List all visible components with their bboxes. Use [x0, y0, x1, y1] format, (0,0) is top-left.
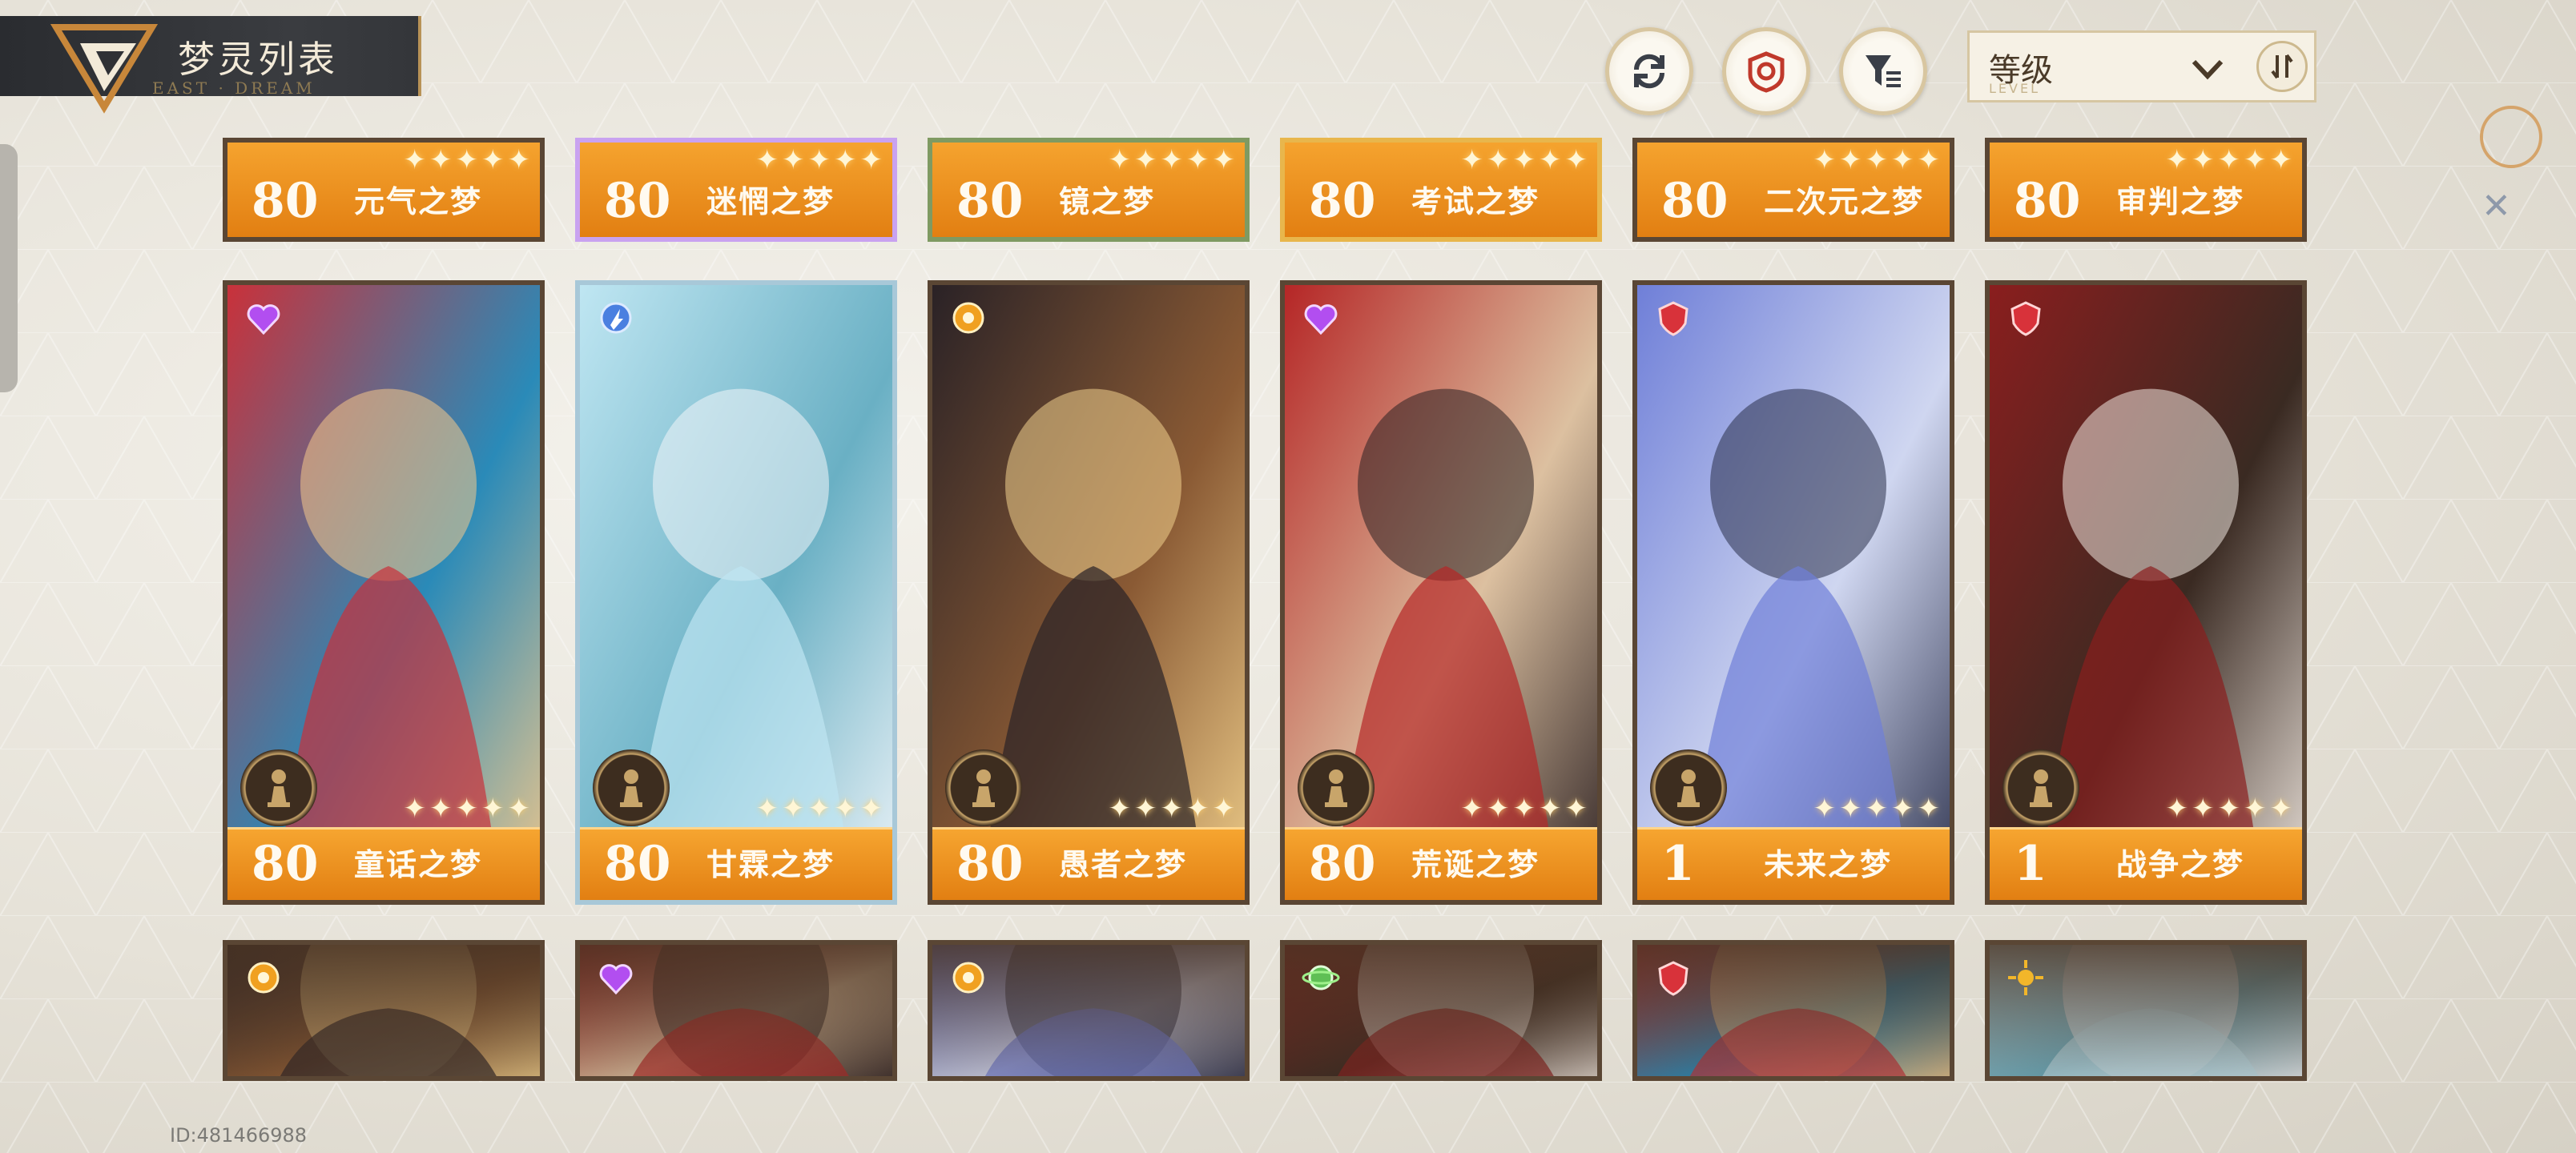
target-button[interactable]	[1722, 27, 1810, 115]
title-subtitle-decor: EAST · DREAM	[152, 78, 316, 98]
character-name: 二次元之梦	[1764, 183, 1925, 219]
character-level: 80	[252, 173, 319, 229]
shield-red-icon	[1658, 301, 1688, 336]
character-card[interactable]	[1985, 940, 2307, 1081]
star-rating: ✦✦✦✦✦	[755, 793, 886, 825]
heart-purple-icon	[1304, 304, 1338, 335]
character-card[interactable]	[223, 940, 545, 1081]
spark-blue-icon	[600, 302, 632, 334]
character-name: 愚者之梦	[1059, 846, 1188, 882]
star-rating: ✦✦✦✦✦	[2165, 793, 2296, 825]
character-level: 80	[2014, 173, 2081, 229]
character-name: 元气之梦	[354, 183, 483, 219]
filter-icon	[1866, 55, 1901, 87]
character-card[interactable]: ✦✦✦✦✦ 1 战争之梦	[1985, 280, 2307, 905]
refresh-icon	[1633, 54, 1665, 89]
star-rating: ✦✦✦✦✦	[1813, 793, 1943, 825]
character-card[interactable]: ✦✦✦✦✦ 80 元气之梦	[223, 138, 545, 242]
target-icon	[1748, 51, 1785, 93]
character-level: 1	[1661, 836, 1695, 892]
chevron-down-icon	[2192, 59, 2224, 80]
orb-gold-icon	[248, 962, 280, 994]
character-level: 80	[956, 836, 1024, 892]
character-name: 童话之梦	[354, 846, 483, 882]
character-card[interactable]: ✦✦✦✦✦ 80 童话之梦	[223, 280, 545, 905]
character-name: 镜之梦	[1059, 183, 1156, 219]
refresh-button[interactable]	[1605, 27, 1693, 115]
star-rating: ✦✦✦✦✦	[403, 144, 533, 176]
star-rating: ✦✦✦✦✦	[1813, 144, 1943, 176]
player-id: ID:481466988	[170, 1124, 308, 1147]
star-rating: ✦✦✦✦✦	[1108, 793, 1238, 825]
sun-gold-icon	[2008, 960, 2043, 995]
character-name: 未来之梦	[1764, 846, 1893, 882]
character-card[interactable]: ✦✦✦✦✦ 80 荒诞之梦	[1280, 280, 1602, 905]
shield-red-icon	[2010, 301, 2041, 336]
sort-dropdown[interactable]: 等级 LEVEL	[1967, 30, 2316, 102]
character-card[interactable]: ✦✦✦✦✦ 80 愚者之梦	[928, 280, 1250, 905]
character-card[interactable]: ✦✦✦✦✦ 1 未来之梦	[1632, 280, 1954, 905]
sort-subtitle-decor: LEVEL	[1989, 81, 2040, 96]
page-title: 梦灵列表	[178, 38, 338, 81]
side-drawer-handle[interactable]	[0, 144, 18, 392]
character-card[interactable]: ✦✦✦✦✦ 80 审判之梦	[1985, 138, 2307, 242]
star-rating: ✦✦✦✦✦	[403, 793, 533, 825]
character-level: 80	[604, 173, 671, 229]
character-level: 80	[1309, 173, 1376, 229]
star-rating: ✦✦✦✦✦	[1108, 144, 1238, 176]
character-name: 考试之梦	[1411, 183, 1540, 219]
filter-button[interactable]	[1839, 27, 1927, 115]
character-level: 80	[252, 836, 319, 892]
sort-order-button[interactable]	[2256, 41, 2308, 92]
character-name: 审判之梦	[2116, 183, 2245, 219]
character-card[interactable]	[1280, 940, 1602, 1081]
character-name: 荒诞之梦	[1411, 846, 1540, 882]
character-name: 甘霖之梦	[706, 846, 835, 882]
character-level: 80	[1661, 173, 1729, 229]
shield-red-icon	[1658, 961, 1688, 996]
character-card[interactable]: ✦✦✦✦✦ 80 迷惘之梦	[575, 138, 897, 242]
character-card[interactable]: ✦✦✦✦✦ 80 二次元之梦	[1632, 138, 1954, 242]
star-rating: ✦✦✦✦✦	[1460, 793, 1591, 825]
character-level: 80	[1309, 836, 1376, 892]
decor-cross: ✕	[2481, 186, 2511, 227]
character-name: 战争之梦	[2116, 846, 2245, 882]
character-card[interactable]: ✦✦✦✦✦ 80 镜之梦	[928, 138, 1250, 242]
star-rating: ✦✦✦✦✦	[2165, 144, 2296, 176]
character-level: 80	[604, 836, 671, 892]
orb-gold-icon	[952, 302, 984, 334]
character-card[interactable]	[575, 940, 897, 1081]
title-banner[interactable]: 梦灵列表 EAST · DREAM	[0, 16, 421, 114]
star-rating: ✦✦✦✦✦	[1460, 144, 1591, 176]
character-level: 1	[2014, 836, 2047, 892]
heart-purple-icon	[247, 304, 280, 335]
orb-gold-icon	[952, 962, 984, 994]
character-card[interactable]	[928, 940, 1250, 1081]
heart-purple-icon	[599, 964, 633, 995]
planet-green-icon	[1302, 965, 1340, 990]
character-card[interactable]: ✦✦✦✦✦ 80 考试之梦	[1280, 138, 1602, 242]
decor-ring	[2480, 106, 2542, 168]
character-card[interactable]: ✦✦✦✦✦ 80 甘霖之梦	[575, 280, 897, 905]
sort-order-icon	[2271, 54, 2293, 79]
star-rating: ✦✦✦✦✦	[755, 144, 886, 176]
character-level: 80	[956, 173, 1024, 229]
game-logo-icon	[50, 24, 159, 114]
character-card[interactable]	[1632, 940, 1954, 1081]
character-name: 迷惘之梦	[706, 183, 835, 219]
